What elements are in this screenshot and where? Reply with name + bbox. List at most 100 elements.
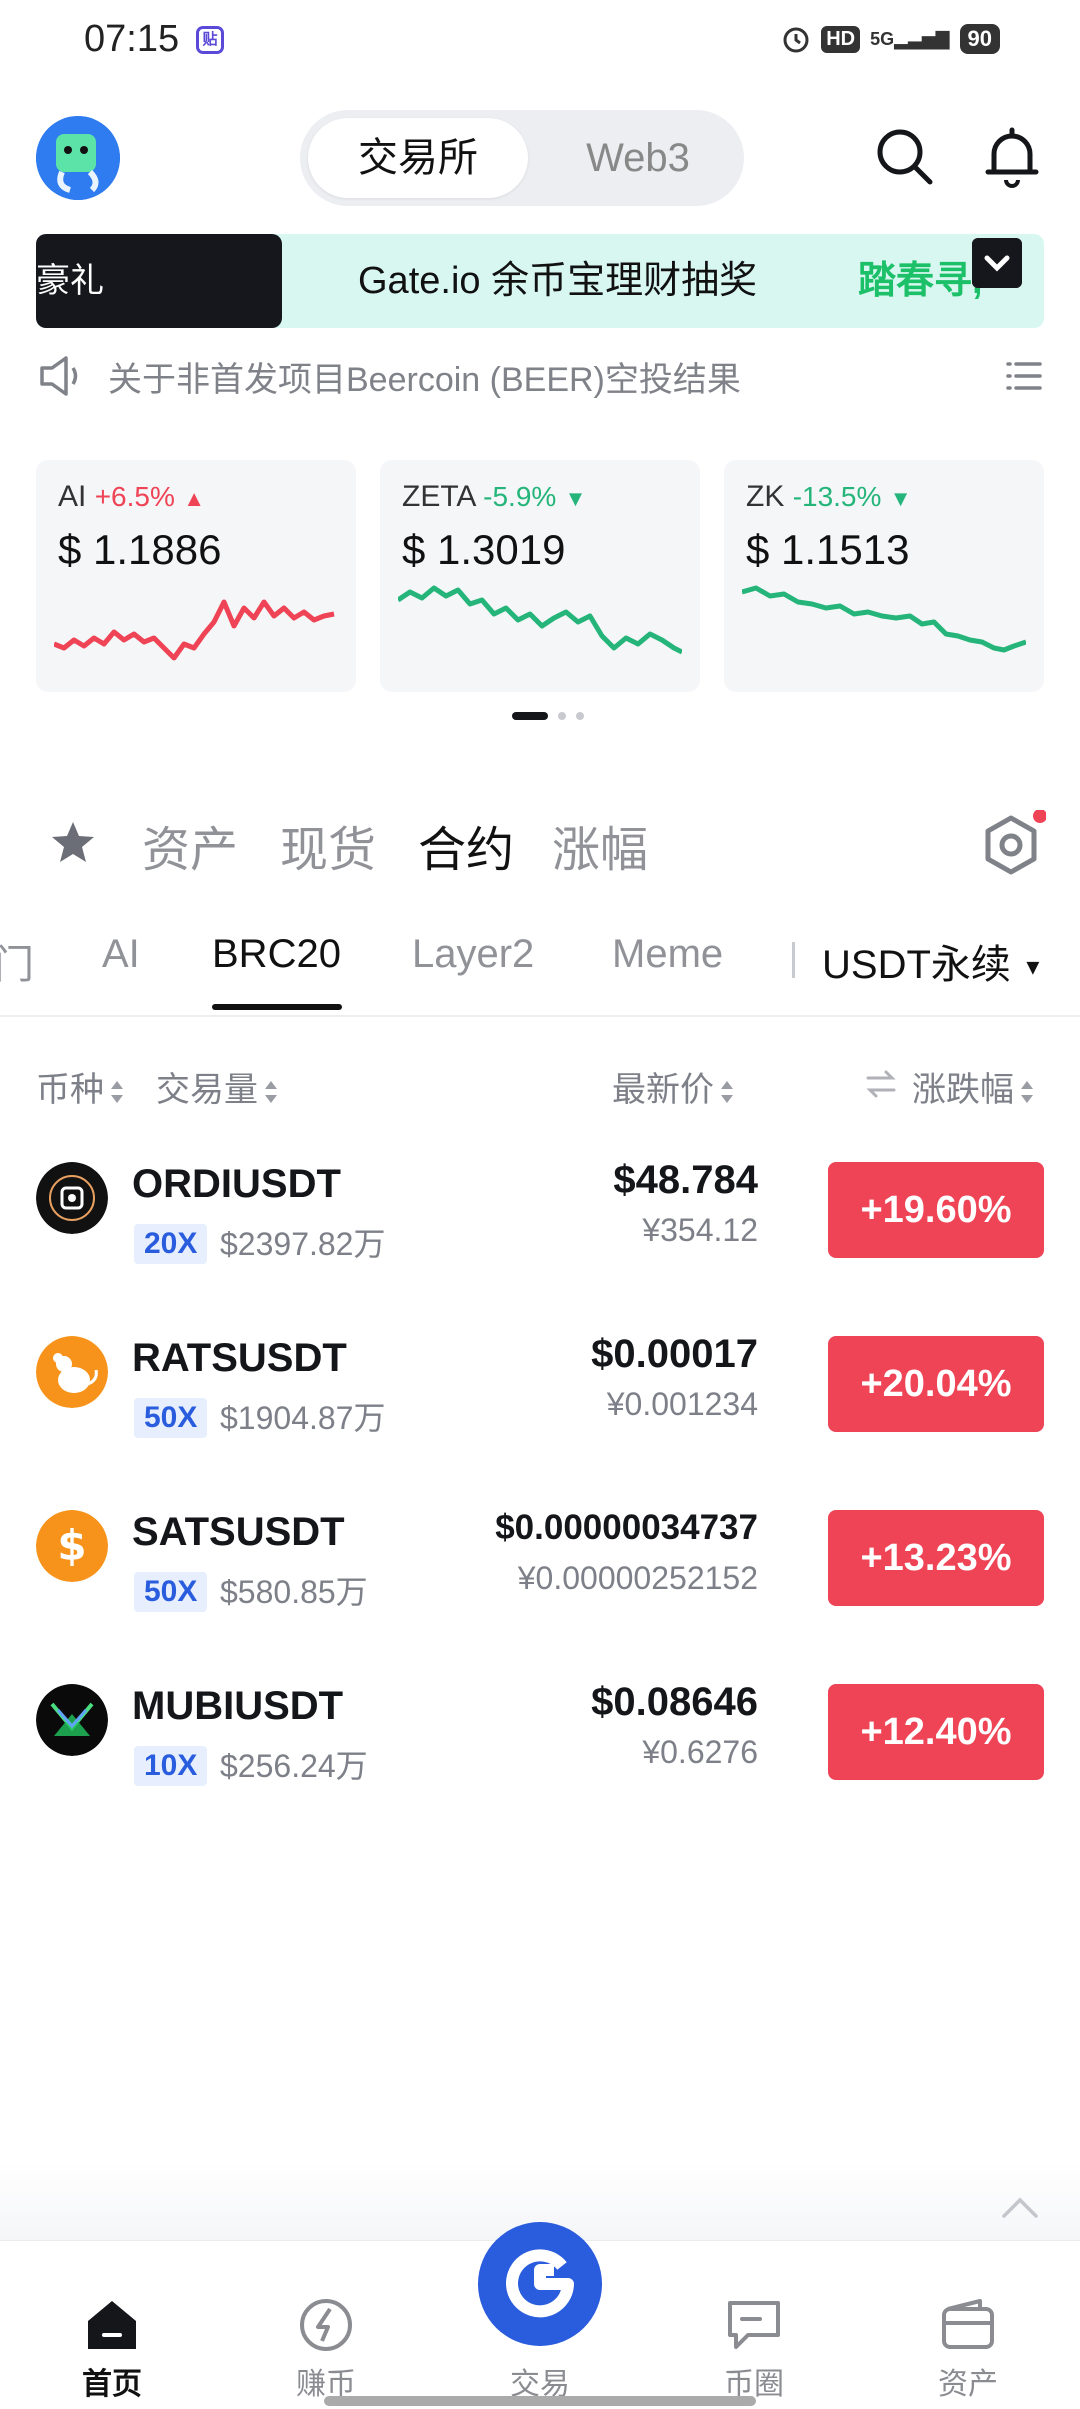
nav-label: 首页 [82,2368,142,2401]
column-coin: 币种 [36,1071,104,1109]
price-cny: ¥0.6276 [642,1734,758,1770]
nav-label: 资产 [938,2368,998,2401]
coin-symbol: RATSUSDT [132,1336,347,1380]
tab-gainers[interactable]: 涨幅 [552,810,648,880]
change-badge[interactable]: +20.04% [828,1336,1044,1432]
ticker-card-ai[interactable]: AI +6.5% ▲ $ 1.1886 [36,460,356,692]
sub-tab-brc20[interactable]: BRC20 [212,932,341,977]
search-icon[interactable] [872,124,936,188]
home-indicator [324,2396,756,2406]
ticker-price: $ 1.1513 [746,526,910,573]
tab-separator [792,942,795,978]
tab-spot[interactable]: 现货 [280,810,376,880]
rats-icon [36,1336,108,1408]
sats-icon: $ [36,1510,108,1582]
nav-assets[interactable]: 资产 [888,2241,1048,2409]
status-indicators: HD 5G▂▃▅▇ 90 [781,24,1000,54]
tab-web3[interactable]: Web3 [540,118,736,198]
sparkline-zeta [398,585,682,655]
sort-price[interactable]: 最新价 [612,1062,734,1111]
price-cny: ¥0.00000252152 [517,1560,758,1596]
last-price: $0.00017 [591,1332,758,1376]
promo-banner[interactable]: 豪礼 Gate.io 余币宝理财抽奖 踏春寻, [36,234,1044,328]
wallet-icon [942,2299,994,2349]
nav-home[interactable]: 首页 [32,2241,192,2409]
ticker-card-zeta[interactable]: ZETA -5.9% ▼ $ 1.3019 [380,460,700,692]
star-icon[interactable] [50,820,96,864]
sub-tab-partial[interactable]: 门 [0,932,34,990]
announcement-text[interactable]: 关于非首发项目Beercoin (BEER)空投结果 [108,352,741,401]
ticker-name: ZK [746,480,785,513]
signal-icon: 5G▂▃▅▇ [870,28,950,49]
app-notification-icon: 贴 [196,26,224,54]
ticker-change: -13.5% [792,481,882,512]
tab-futures[interactable]: 合约 [418,810,514,880]
sort-icon [265,1081,277,1104]
ordi-icon [36,1162,108,1234]
sort-coin[interactable]: 币种 [36,1062,124,1111]
sub-tab-ai[interactable]: AI [102,932,140,977]
settings-icon[interactable] [976,810,1046,880]
table-row[interactable]: RATSUSDT 50X $1904.87万 $0.00017 ¥0.00123… [0,1302,1080,1462]
banner-promo: 踏春寻, [858,260,983,302]
status-time: 07:15 [84,18,180,60]
market-selector-label: USDT永续 [822,943,1011,987]
leverage-badge: 20X [134,1224,208,1264]
sort-change[interactable]: 涨跌幅 [912,1062,1034,1111]
signal-label: 5G [870,28,895,49]
change-badge[interactable]: +12.40% [828,1684,1044,1780]
ticker-name-line: ZK -13.5% ▼ [746,480,912,514]
divider [0,1015,1080,1017]
svg-text:$: $ [57,1521,86,1570]
nav-earn[interactable]: 赚币 [246,2241,406,2409]
sub-tab-meme[interactable]: Meme [612,932,723,977]
trade-button[interactable] [478,2222,602,2346]
table-row[interactable]: MUBIUSDT 10X $256.24万 $0.08646 ¥0.6276 +… [0,1650,1080,1810]
table-row[interactable]: ORDIUSDT 20X $2397.82万 $48.784 ¥354.12 +… [0,1128,1080,1288]
list-icon[interactable] [1004,356,1044,396]
volume: $1904.87万 [220,1400,386,1436]
chat-icon [728,2301,780,2349]
price-cny: ¥354.12 [642,1212,758,1248]
change-badge[interactable]: +13.23% [828,1510,1044,1606]
market-selector[interactable]: USDT永续 ▼ [822,932,1044,990]
column-volume: 交易量 [156,1071,258,1109]
alarm-icon [783,27,809,53]
mubi-icon [36,1684,108,1756]
table-row[interactable]: $ SATSUSDT 50X $580.85万 $0.00000034737 ¥… [0,1476,1080,1636]
coin-symbol: ORDIUSDT [132,1162,341,1206]
sub-tab-layer2[interactable]: Layer2 [412,932,534,977]
column-price: 最新价 [612,1071,714,1109]
chevron-down-icon[interactable] [972,238,1022,288]
ticker-name-line: ZETA -5.9% ▼ [402,480,586,514]
last-price: $0.08646 [591,1680,758,1724]
volume: $2397.82万 [220,1226,386,1262]
coin-symbol: SATSUSDT [132,1510,345,1554]
sort-icon [721,1081,733,1104]
nav-community[interactable]: 币圈 [674,2241,834,2409]
leverage-badge: 10X [134,1746,208,1786]
tab-exchange[interactable]: 交易所 [308,118,528,198]
volume: $580.85万 [220,1574,368,1610]
ticker-change: -5.9% [483,481,557,512]
swap-icon[interactable] [864,1068,898,1100]
trade-icon [506,2249,574,2318]
mascot-icon [36,116,120,200]
arrow-up-icon: ▲ [183,486,205,511]
column-change: 涨跌幅 [912,1071,1014,1109]
arrow-down-icon: ▼ [564,486,587,511]
chevron-up-icon[interactable] [1000,2196,1040,2220]
banner-title: Gate.io 余币宝理财抽奖 [358,260,758,302]
tab-assets[interactable]: 资产 [142,810,238,880]
sort-volume[interactable]: 交易量 [156,1062,278,1111]
bell-icon[interactable] [980,124,1044,188]
change-badge[interactable]: +19.60% [828,1162,1044,1258]
active-tab-indicator [212,1004,342,1010]
avatar[interactable] [36,116,120,200]
ticker-card-zk[interactable]: ZK -13.5% ▼ $ 1.1513 [724,460,1044,692]
battery-indicator: 90 [959,24,1000,54]
speaker-icon [40,356,78,396]
sparkline-ai [54,599,335,661]
sparkline-zk [742,585,1026,653]
banner-left-segment: 豪礼 [36,234,282,328]
